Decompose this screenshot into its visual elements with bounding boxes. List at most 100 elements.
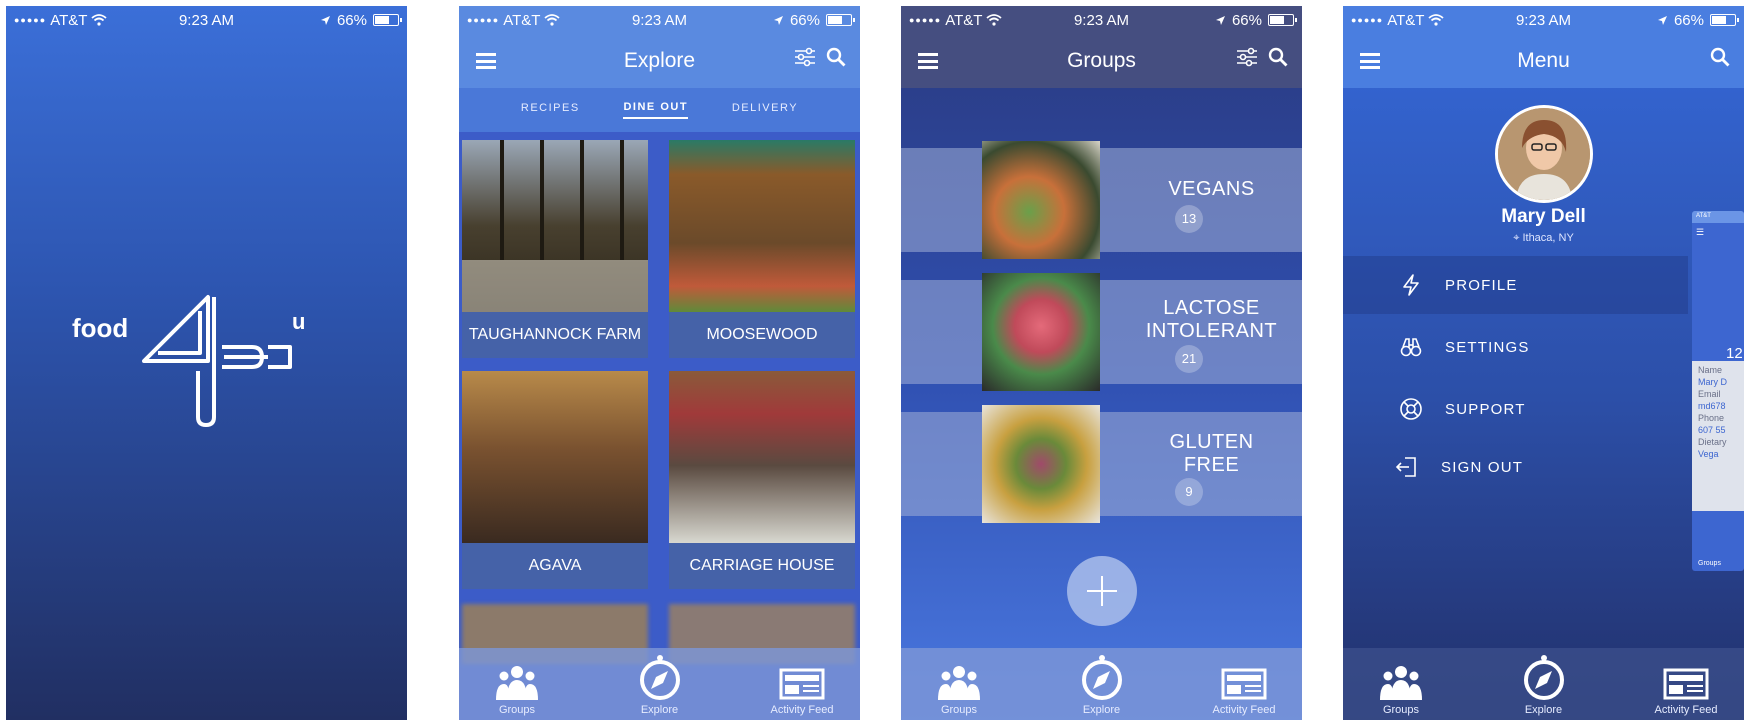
location-arrow-icon xyxy=(1215,15,1225,25)
tab-groups-label: Groups xyxy=(498,704,536,716)
search-icon[interactable] xyxy=(826,47,846,67)
hamburger-menu-icon[interactable] xyxy=(918,53,938,69)
tab-groups[interactable]: Groups xyxy=(467,664,567,716)
restaurant-name: MOOSEWOOD xyxy=(669,312,855,358)
wifi-icon xyxy=(1428,14,1445,26)
group-photo xyxy=(982,405,1100,523)
group-photo xyxy=(982,141,1100,259)
compass-icon xyxy=(639,655,680,700)
group-name: VEGANS xyxy=(1168,178,1255,200)
tab-recipes[interactable]: RECIPES xyxy=(521,102,580,118)
add-group-button[interactable] xyxy=(1067,556,1137,626)
bottom-tab-bar: Groups Explore Activity Feed xyxy=(901,648,1302,720)
restaurant-name: AGAVA xyxy=(462,543,648,589)
restaurant-card[interactable]: TAUGHANNOCK FARM xyxy=(462,140,648,358)
explore-screen: ●●●●● AT&T 9:23 AM 66% Explore RECIPES D… xyxy=(459,6,860,720)
peek-name-label: Name xyxy=(1698,365,1723,375)
tab-groups[interactable]: Groups xyxy=(909,664,1009,716)
location-arrow-icon xyxy=(773,15,783,25)
tab-activity-feed[interactable]: Activity Feed xyxy=(1194,666,1294,716)
logo-text-u: u xyxy=(292,309,306,334)
battery-percent: 66% xyxy=(1673,11,1704,29)
wifi-icon xyxy=(544,14,561,26)
menu-item-label: SUPPORT xyxy=(1445,400,1526,418)
tab-groups-label: Groups xyxy=(940,704,978,716)
restaurant-photo xyxy=(669,140,855,312)
peek-phone-label: Phone xyxy=(1698,413,1725,423)
peek-email-label: Email xyxy=(1698,389,1721,399)
tab-activity-feed[interactable]: Activity Feed xyxy=(752,666,852,716)
tab-explore[interactable]: Explore xyxy=(610,654,710,716)
bottom-tab-bar: Groups Explore Activity Feed xyxy=(1343,648,1744,720)
battery-percent: 66% xyxy=(336,11,367,29)
restaurant-card[interactable]: AGAVA xyxy=(462,371,648,589)
search-icon[interactable] xyxy=(1710,47,1730,67)
tab-activity-feed[interactable]: Activity Feed xyxy=(1636,666,1736,716)
peek-dietary-label: Dietary xyxy=(1698,437,1727,447)
signal-dots-icon: ●●●●● xyxy=(467,15,500,25)
tab-activity-feed-label: Activity Feed xyxy=(770,704,834,716)
lifebuoy-icon xyxy=(1400,398,1422,420)
compass-icon xyxy=(1081,655,1122,700)
people-group-icon xyxy=(1380,666,1422,700)
carrier: AT&T xyxy=(945,11,983,29)
restaurant-name: TAUGHANNOCK FARM xyxy=(462,312,648,358)
tab-explore[interactable]: Explore xyxy=(1494,654,1594,716)
menu-item-profile[interactable]: PROFILE xyxy=(1343,256,1688,314)
user-name: Mary Dell xyxy=(1501,206,1586,227)
hamburger-menu-icon[interactable] xyxy=(1360,53,1380,69)
location-arrow-icon xyxy=(1657,15,1667,25)
menu-screen: ●●●●● AT&T 9:23 AM 66% Menu Mary Dell ⌖ … xyxy=(1343,6,1744,720)
location-arrow-icon xyxy=(320,15,330,25)
status-bar: ●●●●● AT&T 9:23 AM 66% xyxy=(6,6,407,34)
tab-explore-label: Explore xyxy=(640,704,679,716)
restaurant-card[interactable]: MOOSEWOOD xyxy=(669,140,855,358)
peek-count: 12 xyxy=(1726,345,1743,362)
main-screen-peek[interactable]: AT&T ☰ 12 Name Mary D Email md678 Phone … xyxy=(1692,211,1744,571)
tab-groups[interactable]: Groups xyxy=(1351,664,1451,716)
newspaper-icon xyxy=(1663,668,1709,700)
filter-sliders-icon[interactable] xyxy=(794,47,816,67)
battery-percent: 66% xyxy=(789,11,820,29)
filter-sliders-icon[interactable] xyxy=(1236,47,1258,67)
menu-item-settings[interactable]: SETTINGS xyxy=(1343,318,1688,376)
peek-phone-value: 607 55 xyxy=(1698,425,1726,435)
search-icon[interactable] xyxy=(1268,47,1288,67)
binoculars-icon xyxy=(1400,338,1422,357)
hamburger-menu-icon[interactable] xyxy=(476,53,496,69)
status-bar: ●●●●● AT&T 9:23 AM 66% xyxy=(459,6,860,34)
tab-dine-out[interactable]: DINE OUT xyxy=(623,101,689,119)
menu-item-sign-out[interactable]: SIGN OUT xyxy=(1343,438,1688,496)
group-name-line2: FREE xyxy=(1183,454,1240,476)
groups-screen: ●●●●● AT&T 9:23 AM 66% Groups VEGANS 13 … xyxy=(901,6,1302,720)
restaurant-card[interactable]: CARRIAGE HOUSE xyxy=(669,371,855,589)
logo-four-fork-icon xyxy=(142,295,292,427)
battery-icon xyxy=(373,14,402,26)
nav-bar: Menu xyxy=(1343,34,1744,88)
bottom-tab-bar: Groups Explore Activity Feed xyxy=(459,648,860,720)
menu-item-label: SETTINGS xyxy=(1445,338,1530,356)
user-location-text: Ithaca, NY xyxy=(1522,232,1574,244)
tab-groups-label: Groups xyxy=(1382,704,1420,716)
restaurant-photo xyxy=(462,140,648,312)
nav-bar: Explore xyxy=(459,34,860,88)
group-name: LACTOSE xyxy=(1163,297,1260,319)
compass-icon xyxy=(1523,655,1564,700)
restaurant-name: CARRIAGE HOUSE xyxy=(669,543,855,589)
status-bar: ●●●●● AT&T 9:23 AM 66% xyxy=(1343,6,1744,34)
newspaper-icon xyxy=(779,668,825,700)
avatar[interactable] xyxy=(1495,105,1593,203)
peek-profile-card: Name Mary D Email md678 Phone 607 55 Die… xyxy=(1692,361,1744,511)
menu-item-support[interactable]: SUPPORT xyxy=(1343,380,1688,438)
menu-item-label: SIGN OUT xyxy=(1441,458,1524,476)
tab-activity-feed-label: Activity Feed xyxy=(1212,704,1276,716)
wifi-icon xyxy=(91,14,108,26)
carrier: AT&T xyxy=(50,11,88,29)
group-name: GLUTEN xyxy=(1169,431,1254,453)
tab-explore[interactable]: Explore xyxy=(1052,654,1152,716)
battery-icon xyxy=(1710,14,1739,26)
tab-delivery[interactable]: DELIVERY xyxy=(732,102,798,118)
newspaper-icon xyxy=(1221,668,1267,700)
battery-percent: 66% xyxy=(1231,11,1262,29)
tab-explore-label: Explore xyxy=(1082,704,1121,716)
